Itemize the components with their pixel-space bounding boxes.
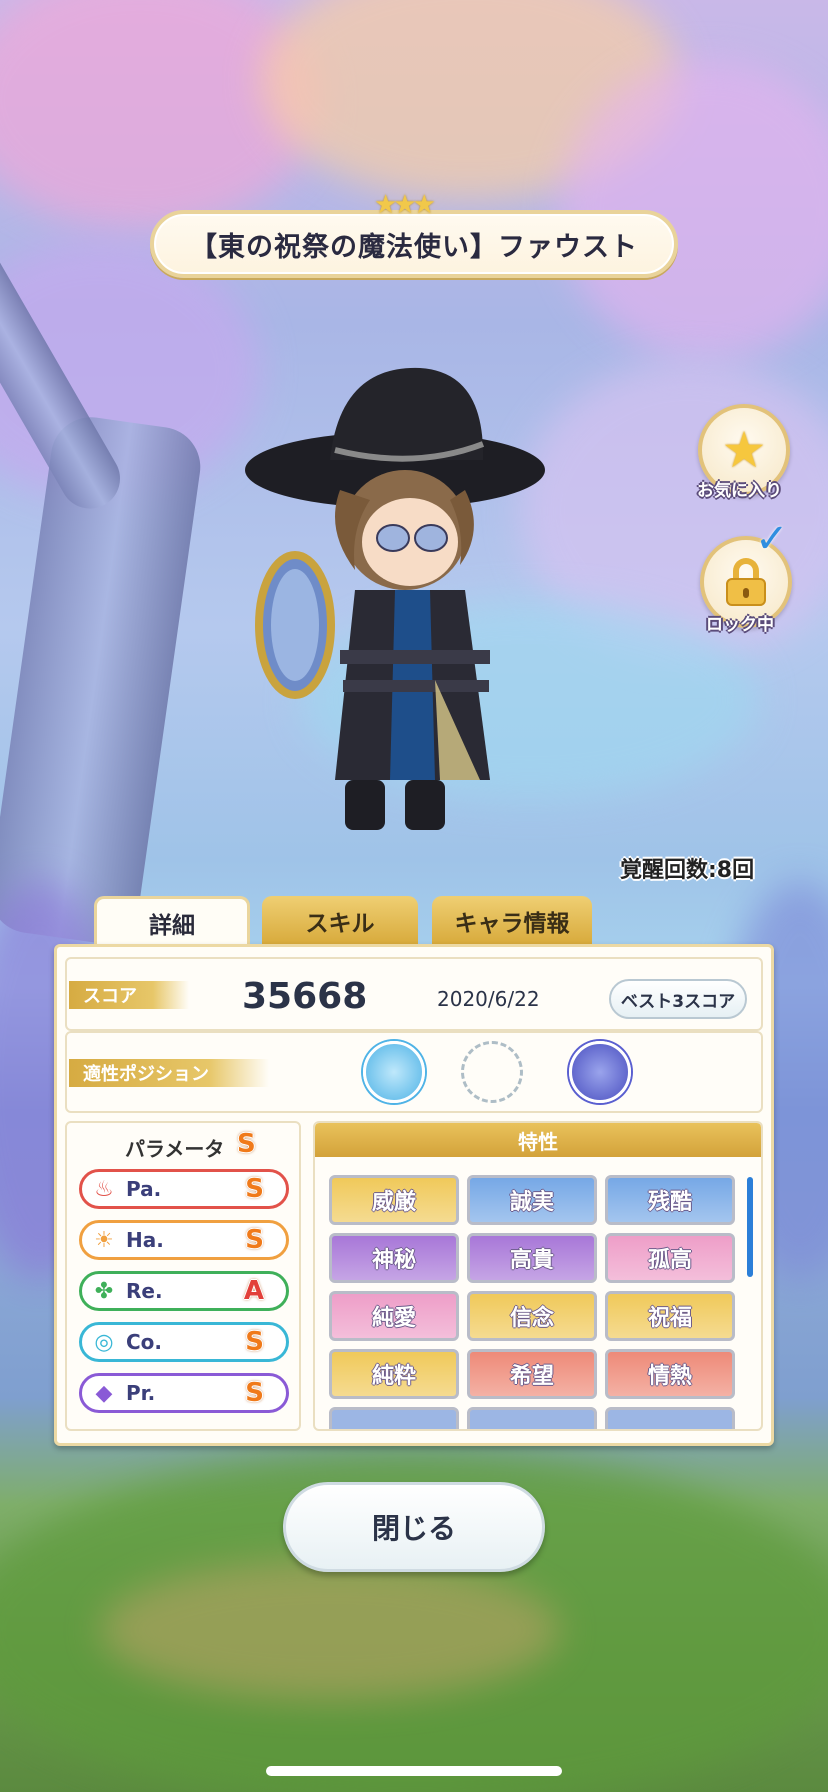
sun-icon: ☀ [94, 1227, 114, 1253]
param-rank: S [245, 1327, 264, 1357]
position-section: 適性ポジション [65, 1031, 763, 1113]
trait-item: 信念 [467, 1291, 597, 1341]
param-name: Ha. [126, 1228, 164, 1252]
trait-item: 神秘 [329, 1233, 459, 1283]
param-rank: A [243, 1276, 264, 1306]
position-label: 適性ポジション [69, 1059, 269, 1087]
param-row-co: ◎ Co. S [79, 1322, 289, 1362]
star-icon: ★ [721, 421, 767, 479]
score-date: 2020/6/22 [437, 987, 540, 1011]
score-label: スコア [69, 981, 189, 1009]
trait-item-partial [605, 1407, 735, 1429]
trait-item: 残酷 [605, 1175, 735, 1225]
param-row-pa: ♨ Pa. S [79, 1169, 289, 1209]
trait-item: 孤高 [605, 1233, 735, 1283]
trait-scrollbar[interactable] [747, 1177, 753, 1277]
parameter-title: パラメータ [125, 1137, 225, 1161]
card-title-banner: 【東の祝祭の魔法使い】ファウスト ★★★ [150, 190, 678, 278]
flame-icon: ♨ [94, 1176, 114, 1202]
param-name: Pr. [126, 1381, 156, 1405]
param-name: Re. [126, 1279, 163, 1303]
checkmark-icon: ✓ [755, 516, 789, 562]
favorite-label: お気に入り [697, 481, 782, 501]
trait-item: 純粋 [329, 1349, 459, 1399]
trait-item-partial [467, 1407, 597, 1429]
score-value: 35668 [242, 976, 368, 1017]
parameter-overall-rank: S [237, 1129, 256, 1159]
trait-item: 希望 [467, 1349, 597, 1399]
param-row-pr: ◆ Pr. S [79, 1373, 289, 1413]
trait-list[interactable]: 威厳 誠実 残酷 神秘 高貴 孤高 純愛 信念 祝福 純粋 希望 情熱 [329, 1175, 739, 1429]
gem-icon: ◆ [95, 1380, 113, 1406]
score-section: スコア 35668 2020/6/22 ベスト3スコア [65, 957, 763, 1031]
trait-item: 祝福 [605, 1291, 735, 1341]
trait-item: 誠実 [467, 1175, 597, 1225]
lock-icon [726, 558, 766, 606]
moon-position-icon [569, 1041, 631, 1103]
detail-panel: スコア 35668 2020/6/22 ベスト3スコア 適性ポジション パラメー… [54, 944, 774, 1446]
tab-skill[interactable]: スキル [262, 896, 418, 946]
empty-position-slot [461, 1041, 523, 1103]
param-row-ha: ☀ Ha. S [79, 1220, 289, 1260]
param-rank: S [245, 1225, 264, 1255]
trait-section: 特性 威厳 誠実 残酷 神秘 高貴 孤高 純愛 信念 祝福 純粋 希望 情熱 [313, 1121, 763, 1431]
trait-item: 純愛 [329, 1291, 459, 1341]
lock-label: ロック中 [706, 615, 774, 635]
close-button[interactable]: 閉じる [283, 1482, 545, 1572]
cloud-position-icon [363, 1041, 425, 1103]
trait-item: 情熱 [605, 1349, 735, 1399]
character-illustration [245, 367, 545, 830]
awakening-count: 覚醒回数:8回 [620, 858, 755, 883]
tab-details[interactable]: 詳細 [94, 896, 250, 946]
param-row-re: ✤ Re. A [79, 1271, 289, 1311]
tab-character-info[interactable]: キャラ情報 [432, 896, 592, 946]
parameter-section: パラメータ S ♨ Pa. S ☀ Ha. S ✤ Re. A ◎ Co. S … [65, 1121, 301, 1431]
home-indicator[interactable] [266, 1766, 562, 1776]
param-rank: S [245, 1378, 264, 1408]
best3-score-button[interactable]: ベスト3スコア [609, 979, 747, 1019]
swirl-icon: ◎ [94, 1329, 114, 1355]
trait-item: 威厳 [329, 1175, 459, 1225]
card-title: 【東の祝祭の魔法使い】ファウスト [190, 231, 638, 263]
trait-item-partial [329, 1407, 459, 1429]
trait-title: 特性 [315, 1123, 761, 1157]
rarity-stars: ★★★ [374, 190, 436, 220]
clover-icon: ✤ [94, 1278, 114, 1304]
param-name: Pa. [126, 1177, 162, 1201]
param-rank: S [245, 1174, 264, 1204]
param-name: Co. [126, 1330, 163, 1354]
trait-item: 高貴 [467, 1233, 597, 1283]
